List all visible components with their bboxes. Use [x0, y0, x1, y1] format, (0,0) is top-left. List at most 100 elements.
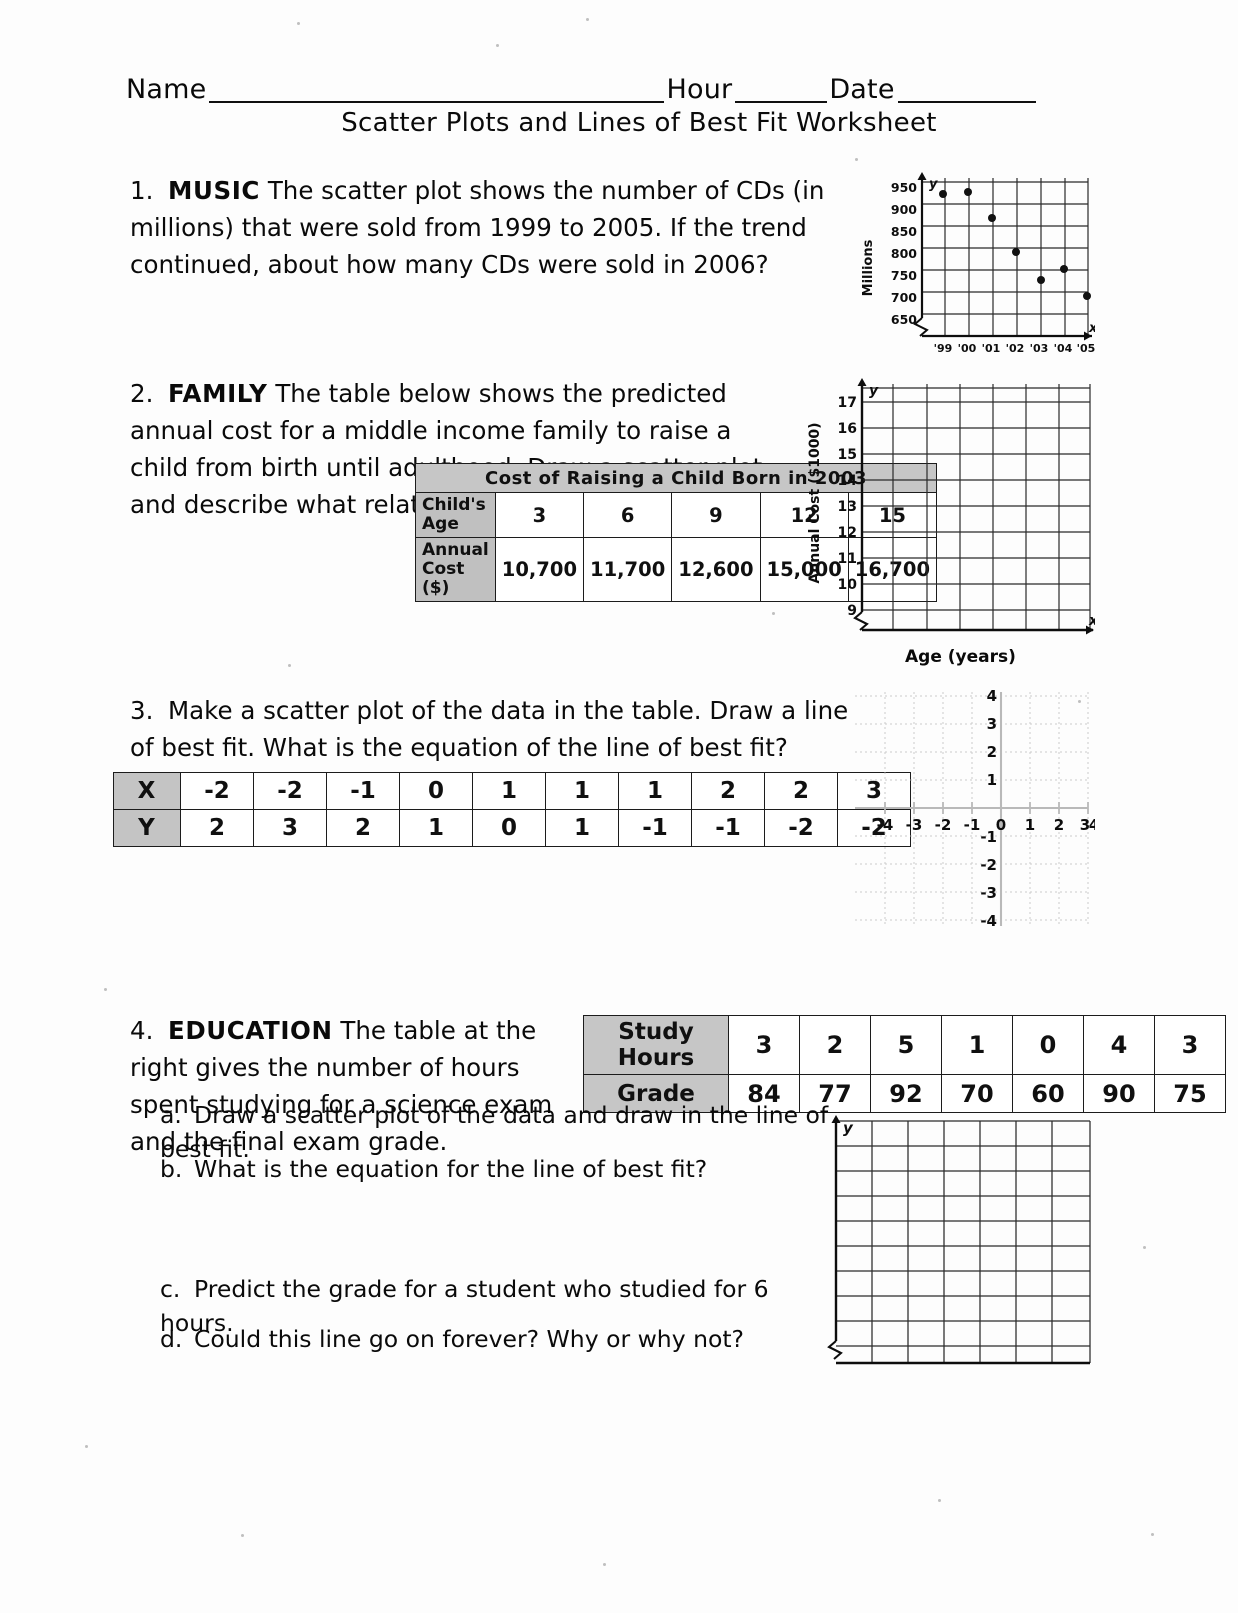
education-y-axis-letter: y: [843, 1119, 854, 1137]
table-cell: 4: [1083, 1015, 1155, 1075]
table-cell: 9: [671, 492, 761, 538]
education-y-arrow: [831, 1115, 841, 1123]
problem-4-part-b: b. What is the equation for the line of …: [160, 1152, 780, 1186]
svg-text:'04: '04: [1054, 342, 1073, 355]
svg-text:2: 2: [987, 743, 997, 761]
music-grid: [922, 178, 1089, 337]
table-row-x: X -2 -2 -1 0 1 1 1 2 2 3: [113, 772, 911, 810]
table-cell: 3: [1154, 1015, 1226, 1075]
name-label: Name: [126, 74, 207, 105]
table-cell: 2: [691, 772, 765, 810]
table-cell: 1: [941, 1015, 1013, 1075]
table-cell: -1: [691, 809, 765, 847]
family-grid-lines: [862, 384, 1091, 631]
svg-text:13: 13: [838, 499, 857, 515]
svg-text:750: 750: [891, 268, 917, 283]
education-grid-lines: [836, 1120, 1091, 1363]
svg-text:650: 650: [891, 312, 917, 327]
name-blank-line[interactable]: [209, 75, 665, 103]
xy-data-table: X -2 -2 -1 0 1 1 1 2 2 3 Y 2 3 2 1 0 1 -…: [113, 772, 911, 847]
svg-text:'00: '00: [958, 342, 977, 355]
table-cell: 2: [799, 1015, 871, 1075]
svg-text:3: 3: [987, 715, 997, 733]
table-cell: 2: [326, 809, 400, 847]
xy-data-table-wrapper: X -2 -2 -1 0 1 1 1 2 2 3 Y 2 3 2 1 0 1 -…: [113, 772, 911, 847]
problem-4-number: 4.: [130, 1016, 154, 1045]
table-cell: 70: [941, 1074, 1013, 1113]
family-x-axis-label: Age (years): [905, 647, 1016, 667]
table-cell: 10,700: [494, 537, 585, 602]
family-y-axis-letter: y: [869, 383, 879, 399]
part-a-label: a.: [160, 1101, 182, 1129]
worksheet-page: Name Hour Date Scatter Plots and Lines o…: [0, 0, 1238, 1613]
problem-3: 3. Make a scatter plot of the data in th…: [130, 692, 870, 766]
svg-text:10: 10: [838, 577, 858, 593]
table-cell: 1: [618, 772, 692, 810]
table-cell: -1: [618, 809, 692, 847]
problem-1: 1. MUSIC The scatter plot shows the numb…: [130, 172, 830, 283]
page-title: Scatter Plots and Lines of Best Fit Work…: [341, 108, 937, 138]
coordinate-plane-svg: -4 -3 -2 -1 0 1 2 3 4 4 3 2 1 -1 -2 -3 -…: [855, 687, 1099, 930]
scan-speck: [855, 158, 858, 161]
table-cell: 5: [870, 1015, 942, 1075]
music-x-axis-letter: x: [1088, 321, 1095, 336]
music-y-tick-labels-2: 750 700 650: [891, 268, 917, 327]
coordinate-x-tick-labels-extra: 4: [1089, 816, 1099, 834]
table-cell: 3: [728, 1015, 800, 1075]
svg-text:-3: -3: [906, 816, 923, 834]
table-cell: 1: [545, 809, 619, 847]
hour-label: Hour: [666, 74, 733, 105]
scan-speck: [85, 1445, 88, 1448]
problem-4-part-d: d. Could this line go on forever? Why or…: [160, 1322, 780, 1356]
date-label: Date: [829, 74, 895, 105]
table-cell: 1: [399, 809, 473, 847]
study-row-header-hours: Study Hours: [583, 1015, 729, 1075]
problem-4-keyword: EDUCATION: [168, 1016, 333, 1045]
table-cell: 2: [764, 772, 838, 810]
family-y-arrow: [857, 378, 867, 386]
hour-blank-line[interactable]: [735, 75, 828, 103]
table-cell: 12,600: [671, 537, 761, 602]
svg-text:'99: '99: [934, 342, 953, 355]
scan-speck: [772, 612, 775, 615]
scan-speck: [288, 664, 291, 667]
table-cell: 75: [1154, 1074, 1226, 1113]
problem-3-text: Make a scatter plot of the data in the t…: [130, 696, 849, 762]
family-grid-svg: Annual Cost ($1000) 17 16 15 14 13 12 11…: [807, 378, 1099, 655]
table-cell: 92: [870, 1074, 942, 1113]
music-y-arrow: [917, 172, 927, 180]
part-b-label: b.: [160, 1155, 183, 1183]
table-cell: -2: [253, 772, 327, 810]
family-x-axis-letter: x: [1088, 613, 1095, 629]
music-data-points: [939, 188, 1091, 300]
scan-speck: [1078, 700, 1081, 703]
music-y-axis-label: Millions: [861, 239, 876, 296]
music-scatter-svg: Millions 950 900 850 800 700 750 700 650: [861, 172, 1098, 355]
scan-speck: [586, 18, 589, 21]
svg-text:700: 700: [891, 290, 917, 305]
table-cell: -2: [180, 772, 254, 810]
education-grid-chart: y: [824, 1113, 1094, 1379]
problem-1-body: MUSIC The scatter plot shows the number …: [130, 176, 824, 279]
svg-text:11: 11: [838, 551, 857, 567]
svg-text:850: 850: [891, 224, 917, 239]
table-cell: 0: [472, 809, 546, 847]
music-x-tick-labels: '99 '00 '01 '02 '03 '04 '05: [934, 342, 1096, 355]
svg-text:16: 16: [838, 421, 857, 437]
svg-text:-2: -2: [935, 816, 952, 834]
scan-speck: [297, 22, 300, 25]
svg-text:12: 12: [838, 525, 857, 541]
scan-speck: [229, 258, 232, 261]
svg-text:14: 14: [838, 473, 858, 489]
problem-1-keyword: MUSIC: [168, 176, 261, 205]
family-grid-chart: Annual Cost ($1000) 17 16 15 14 13 12 11…: [805, 368, 1099, 667]
svg-text:-3: -3: [980, 884, 997, 902]
svg-text:-1: -1: [964, 816, 981, 834]
table-cell: 1: [472, 772, 546, 810]
scan-speck: [241, 1534, 244, 1537]
svg-text:'01: '01: [982, 342, 1001, 355]
svg-text:800: 800: [891, 246, 917, 261]
svg-text:-4: -4: [980, 912, 997, 930]
date-blank-line[interactable]: [897, 75, 1036, 103]
svg-text:900: 900: [891, 202, 917, 217]
